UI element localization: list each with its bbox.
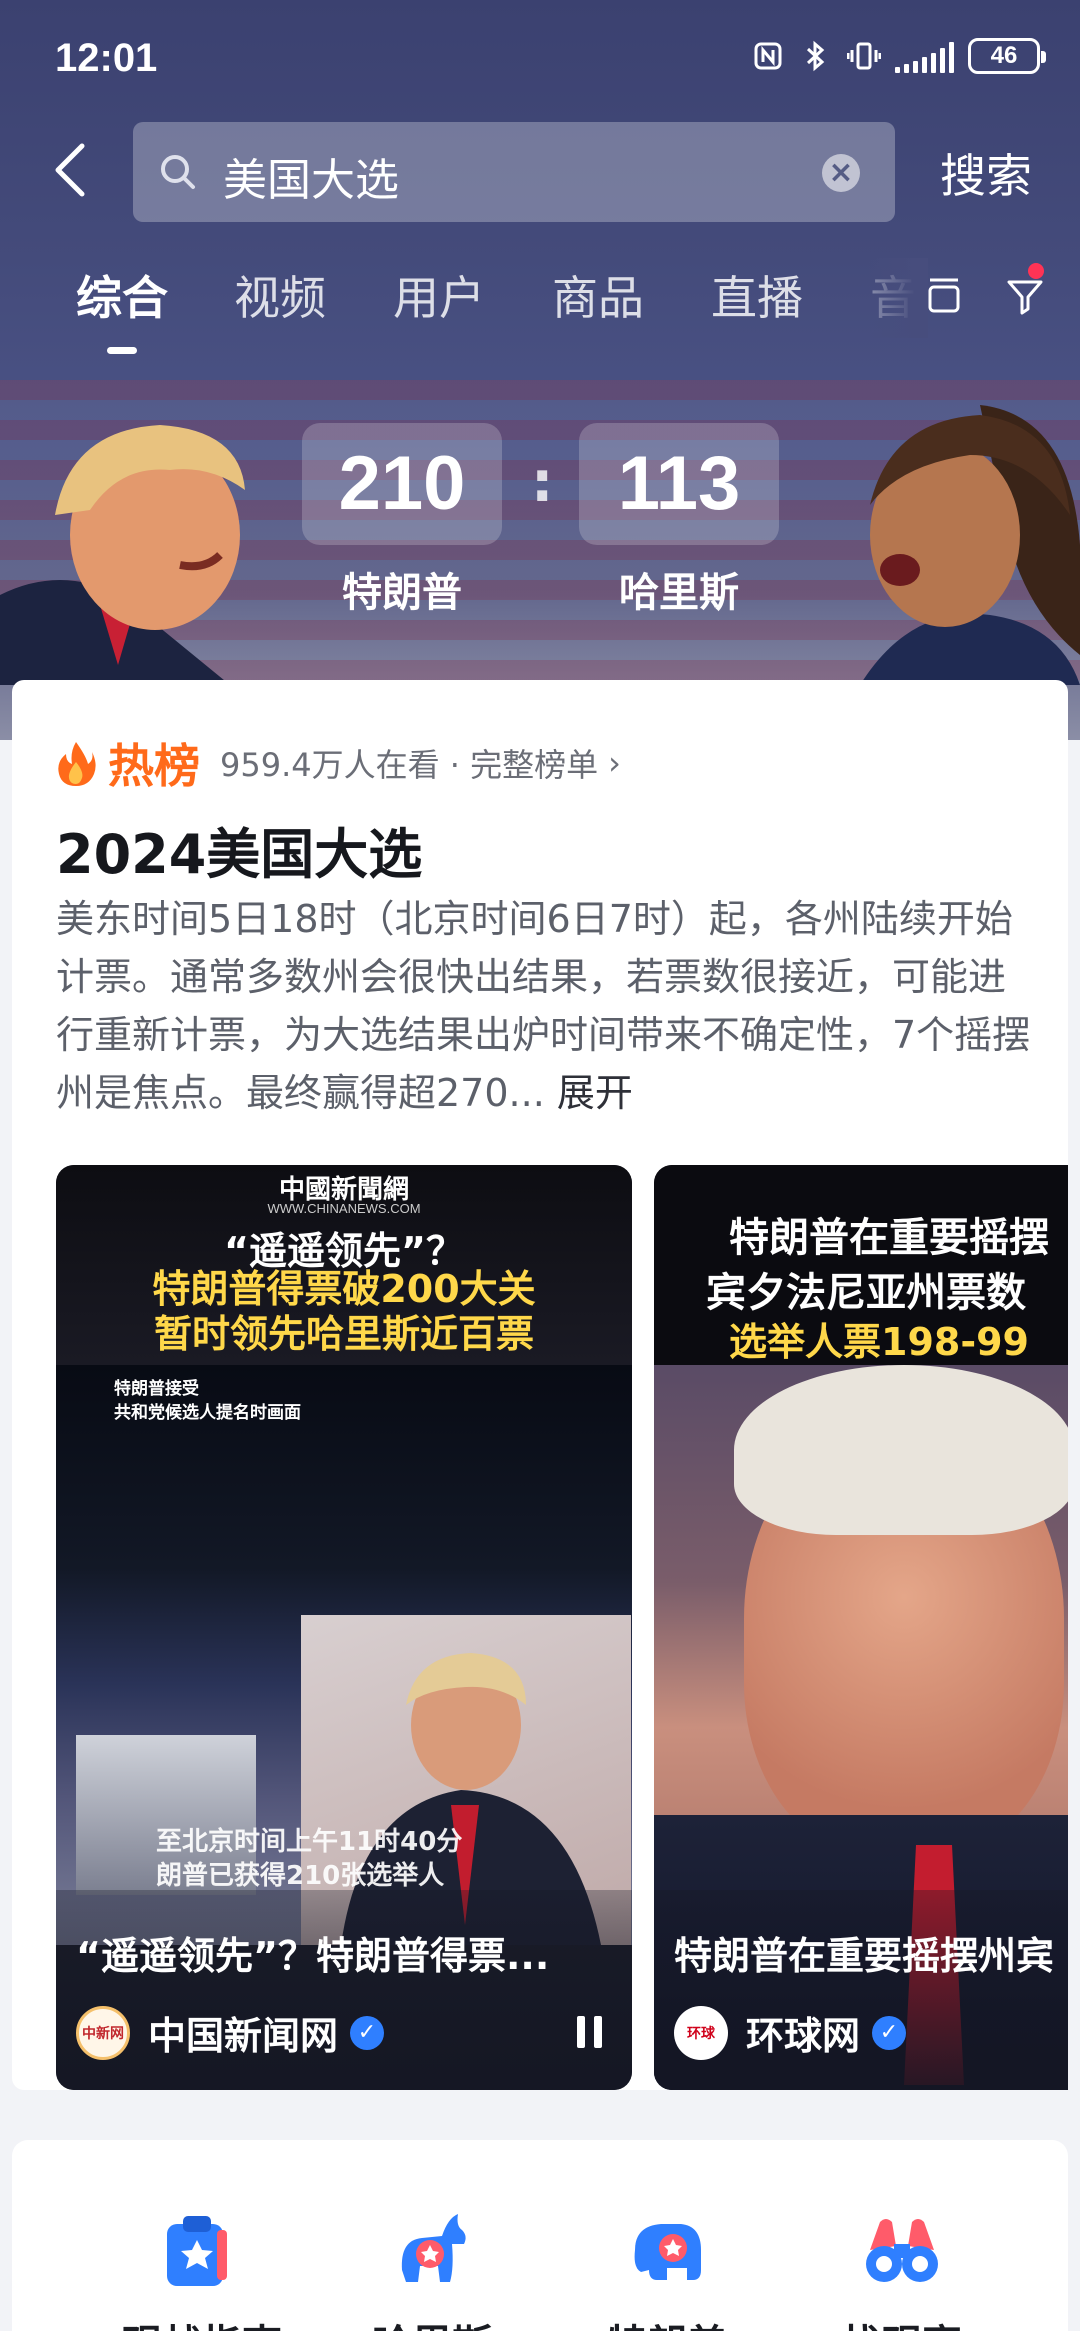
source-name[interactable]: 环球网 bbox=[746, 2005, 860, 2060]
binoculars-icon bbox=[866, 2219, 938, 2282]
video-subtext: 特朗普接受 共和党候选人提名时画面 bbox=[114, 1379, 301, 1423]
tab-video[interactable]: 视频 bbox=[234, 262, 326, 328]
speaker-hair bbox=[734, 1365, 1068, 1535]
donkey-icon bbox=[401, 2214, 466, 2282]
score-separator: : bbox=[531, 450, 554, 515]
shortcut-label: 观战指南 bbox=[122, 2312, 282, 2331]
search-button[interactable]: 搜索 bbox=[940, 140, 1032, 206]
shortcut-label: 特朗普 bbox=[592, 2312, 742, 2331]
search-icon bbox=[161, 155, 195, 189]
tabs-fade bbox=[868, 258, 928, 338]
clear-icon[interactable]: × bbox=[822, 154, 860, 192]
active-tab-indicator bbox=[107, 347, 137, 354]
video-header: 中國新聞網 WWW.CHINANEWS.COM “遥遥领先”？ 特朗普得票破20… bbox=[56, 1165, 632, 1365]
shortcut-trump[interactable]: 特朗普 bbox=[592, 2210, 742, 2331]
filter-badge bbox=[1028, 263, 1044, 279]
video-title[interactable]: 特朗普在重要摇摆州宾 bbox=[674, 1925, 1054, 1980]
source-name[interactable]: 中国新闻网 bbox=[148, 2005, 338, 2060]
chinanews-logo: 中新网 bbox=[76, 2005, 130, 2060]
bluetooth-icon bbox=[799, 39, 833, 73]
status-bar: 12:01 46 bbox=[0, 0, 1080, 120]
video-headline: 宾夕法尼亚州票数 bbox=[706, 1270, 1026, 1316]
video-overlay bbox=[654, 1890, 1068, 2090]
shortcut-label: 找观察 bbox=[827, 2312, 977, 2331]
video-source[interactable]: 环球 环球网 ✓ bbox=[674, 2005, 907, 2060]
hot-topic-card: 热榜 959.4万人在看 · 完整榜单 › 2024美国大选 美东时间5日18时… bbox=[12, 680, 1068, 2090]
video-headline: 选举人票198-99 bbox=[729, 1320, 1029, 1364]
more-tabs-icon[interactable] bbox=[926, 276, 962, 316]
verified-icon: ✓ bbox=[872, 2015, 907, 2050]
video-caption: 至北京时间上午11时40分 朗普已获得210张选举人 bbox=[156, 1827, 463, 1891]
event-description: 美东时间5日18时（北京时间6日7时）起，各州陆续开始计票。通常多数州会很快出结… bbox=[56, 890, 1036, 1122]
hot-list-header[interactable]: 热榜 959.4万人在看 · 完整榜单 › bbox=[56, 730, 621, 796]
video-card[interactable]: 特朗普在重要摇摆 宾夕法尼亚州票数 选举人票198-99 特朗普在重要摇摆州宾 … bbox=[654, 1165, 1068, 2090]
election-header: 12:01 46 美国大选 × 搜索 综合 视频 用户 商品 直播 210: … bbox=[0, 0, 1080, 740]
video-source[interactable]: 中新网 中国新闻网 ✓ bbox=[76, 2005, 385, 2060]
status-icons: 46 bbox=[751, 38, 1046, 74]
status-time: 12:01 bbox=[55, 36, 158, 80]
video-card[interactable]: 中國新聞網 WWW.CHINANEWS.COM “遥遥领先”？ 特朗普得票破20… bbox=[56, 1165, 632, 2090]
search-query[interactable]: 美国大选 bbox=[223, 144, 399, 208]
harris-score: 113 bbox=[579, 423, 779, 545]
clipboard-star-icon bbox=[167, 2216, 227, 2286]
pause-icon[interactable] bbox=[577, 2016, 602, 2048]
tab-comprehensive[interactable]: 综合 bbox=[76, 262, 168, 328]
shortcut-harris[interactable]: 哈里斯 bbox=[357, 2210, 507, 2331]
harris-name: 哈里斯 bbox=[619, 570, 739, 616]
back-arrow-icon bbox=[55, 143, 85, 197]
shortcut-label: 哈里斯 bbox=[357, 2312, 507, 2331]
search-input[interactable]: 美国大选 × bbox=[133, 122, 895, 222]
filter-icon[interactable] bbox=[1005, 276, 1045, 316]
expand-link[interactable]: 展开 bbox=[557, 1071, 633, 1115]
vibrate-icon bbox=[847, 39, 881, 73]
flame-icon bbox=[58, 742, 96, 786]
verified-icon: ✓ bbox=[350, 2015, 385, 2050]
description-text: 美东时间5日18时（北京时间6日7时）起，各州陆续开始计票。通常多数州会很快出结… bbox=[56, 897, 1031, 1115]
shortcuts-card: 观战指南 哈里斯 特朗普 找观察 bbox=[12, 2140, 1068, 2331]
trump-portrait bbox=[0, 425, 245, 685]
elephant-icon bbox=[634, 2224, 701, 2280]
harris-portrait bbox=[860, 405, 1080, 685]
video-brand-url: WWW.CHINANEWS.COM bbox=[267, 1201, 421, 1216]
video-headline: 特朗普在重要摇摆 bbox=[729, 1215, 1049, 1261]
hot-list-meta[interactable]: 959.4万人在看 · 完整榜单 bbox=[220, 740, 598, 786]
video-overlay bbox=[56, 1890, 632, 2090]
back-button[interactable] bbox=[50, 140, 100, 210]
shortcut-guide[interactable]: 观战指南 bbox=[122, 2210, 282, 2331]
battery-icon: 46 bbox=[968, 38, 1046, 74]
tab-live[interactable]: 直播 bbox=[711, 262, 803, 328]
nfc-icon bbox=[751, 39, 785, 73]
video-headline: 暂时领先哈里斯近百票 bbox=[153, 1312, 534, 1356]
tab-products[interactable]: 商品 bbox=[552, 262, 644, 328]
video-headline: 特朗普得票破200大关 bbox=[152, 1267, 536, 1311]
hot-list-badge: 热榜 bbox=[108, 739, 200, 793]
trump-name: 特朗普 bbox=[342, 570, 462, 616]
event-title: 2024美国大选 bbox=[56, 823, 423, 886]
trump-score: 210 bbox=[302, 423, 502, 545]
video-title[interactable]: “遥遥领先”？特朗普得票... bbox=[76, 1925, 549, 1980]
signal-icon bbox=[895, 39, 954, 73]
chevron-right-icon: › bbox=[608, 744, 621, 782]
tab-users[interactable]: 用户 bbox=[393, 262, 485, 328]
shortcut-observer[interactable]: 找观察 bbox=[827, 2210, 977, 2331]
huanqiu-logo: 环球 bbox=[674, 2005, 728, 2060]
